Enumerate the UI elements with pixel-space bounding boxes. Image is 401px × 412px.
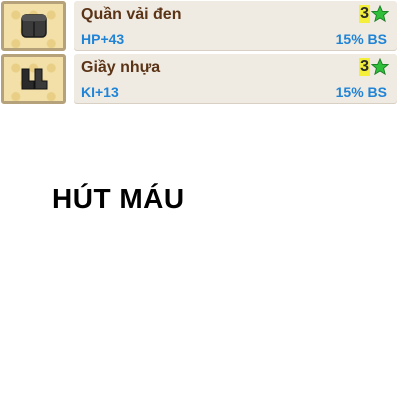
heading-title: HÚT MÁU <box>52 183 185 214</box>
item-row[interactable]: Giầy nhựa 3 KI+13 15% BS <box>0 53 401 106</box>
black-pants-icon <box>20 14 47 38</box>
item-stat: HP+43 <box>81 31 125 47</box>
green-star-icon <box>371 58 389 76</box>
star-rating: 3 <box>359 56 389 78</box>
item-name: Quần vải đen <box>81 6 182 23</box>
item-name: Giầy nhựa <box>81 59 161 76</box>
item-row[interactable]: Quần vải đen 3 HP+43 15% BS <box>0 0 401 53</box>
black-boots-icon <box>21 68 47 90</box>
star-rating: 3 <box>359 3 389 25</box>
item-info: Giầy nhựa 3 KI+13 15% BS <box>74 54 397 104</box>
item-bonus: 15% BS <box>335 31 387 47</box>
star-count: 3 <box>359 5 370 23</box>
item-bonus: 15% BS <box>335 84 387 100</box>
star-count: 3 <box>359 58 370 76</box>
item-stat: KI+13 <box>81 84 119 100</box>
item-slot[interactable] <box>1 54 66 104</box>
item-slot[interactable] <box>1 1 66 51</box>
green-star-icon <box>371 5 389 23</box>
item-info: Quần vải đen 3 HP+43 15% BS <box>74 1 397 51</box>
